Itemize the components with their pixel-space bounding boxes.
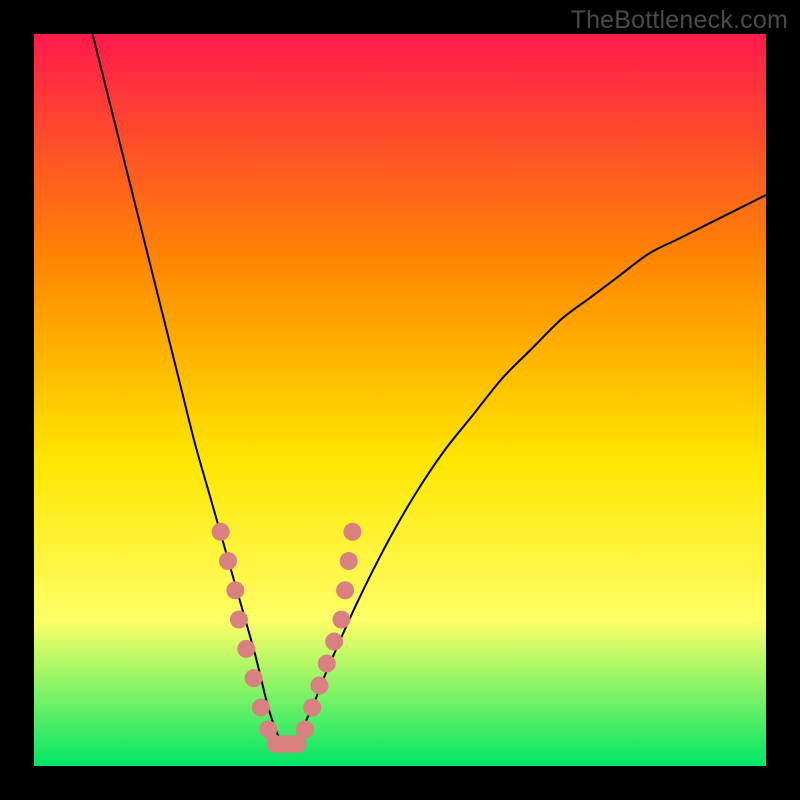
marker-dot [332,611,350,629]
watermark-label: TheBottleneck.com [571,6,788,35]
marker-dot [318,655,336,673]
marker-dot [296,720,314,738]
marker-dot [310,676,328,694]
marker-dot [245,669,263,687]
marker-dot [340,552,358,570]
chart-container: TheBottleneck.com [0,0,800,800]
marker-dot [325,633,343,651]
marker-dot [226,581,244,599]
marker-dot [252,698,270,716]
marker-dot [237,640,255,658]
chart-svg [0,0,800,800]
marker-dot [343,523,361,541]
marker-dot [336,581,354,599]
marker-dot [303,698,321,716]
marker-dot [219,552,237,570]
plot-background [34,34,766,766]
marker-dot [230,611,248,629]
marker-dot [212,523,230,541]
